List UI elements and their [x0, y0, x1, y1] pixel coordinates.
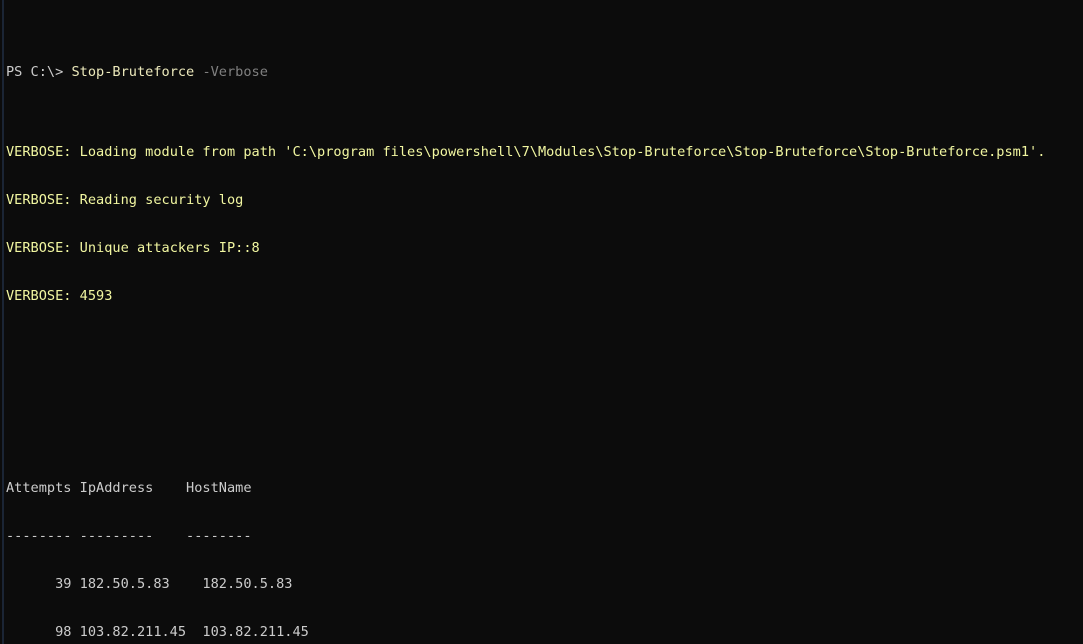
console-output-buffer[interactable]: PS C:\> Stop-Bruteforce -Verbose VERBOSE…	[6, 0, 1083, 644]
table-separator-row: -------- --------- --------	[6, 528, 1083, 544]
table-row: 98 103.82.211.45 103.82.211.45	[6, 624, 1083, 640]
command-text: Stop-Bruteforce	[71, 64, 194, 80]
verbose-line-loading-module: VERBOSE: Loading module from path 'C:\pr…	[6, 144, 1083, 160]
table-row: 39 182.50.5.83 182.50.5.83	[6, 576, 1083, 592]
verbose-line-unique-attackers: VERBOSE: Unique attackers IP::8	[6, 240, 1083, 256]
blank-line	[6, 400, 1083, 416]
table-header-row: Attempts IpAddress HostName	[6, 480, 1083, 496]
verbose-label: VERBOSE:	[6, 144, 80, 160]
prompt-line[interactable]: PS C:\> Stop-Bruteforce -Verbose	[6, 64, 1083, 80]
powershell-terminal-window[interactable]: PS C:\> Stop-Bruteforce -Verbose VERBOSE…	[0, 0, 1083, 644]
verbose-text: Reading security log	[80, 192, 244, 208]
verbose-label: VERBOSE:	[6, 240, 80, 256]
prompt-prefix: PS C:\>	[6, 64, 71, 80]
window-left-edge	[2, 0, 4, 644]
blank-line	[6, 352, 1083, 368]
verbose-line-reading-log: VERBOSE: Reading security log	[6, 192, 1083, 208]
verbose-label: VERBOSE:	[6, 192, 80, 208]
command-parameter: -Verbose	[202, 64, 267, 80]
verbose-text: Loading module from path 'C:\program fil…	[80, 144, 1046, 160]
verbose-text: Unique attackers IP::8	[80, 240, 260, 256]
verbose-line-count: VERBOSE: 4593	[6, 288, 1083, 304]
verbose-label: VERBOSE:	[6, 288, 80, 304]
verbose-text: 4593	[80, 288, 113, 304]
